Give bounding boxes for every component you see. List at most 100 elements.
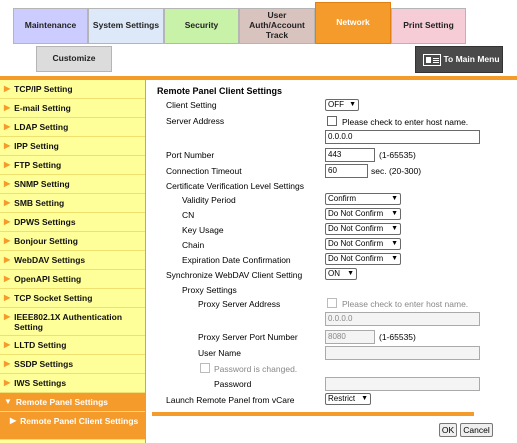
client-setting-select[interactable]: OFF ▼ [325, 99, 359, 111]
proxy-host-check-label: Please check to enter host name. [342, 299, 469, 309]
sidebar-item-webdav[interactable]: ▶ WebDAV Settings [0, 251, 145, 270]
sync-webdav-label: Synchronize WebDAV Client Setting [166, 270, 303, 280]
arrow-right-icon: ▶ [4, 274, 11, 283]
password-changed-checkbox[interactable] [200, 363, 210, 373]
sync-webdav-select[interactable]: ON ▼ [325, 268, 357, 280]
key-usage-select[interactable]: Do Not Confirm ▼ [325, 223, 401, 235]
proxy-host-name-checkbox[interactable] [327, 298, 337, 308]
connection-timeout-label: Connection Timeout [166, 166, 242, 176]
page-title: Remote Panel Client Settings [157, 86, 283, 96]
chevron-down-icon: ▼ [361, 395, 368, 402]
validity-period-value: Confirm [328, 194, 357, 203]
user-name-input[interactable] [325, 346, 480, 360]
chevron-down-icon: ▼ [391, 195, 398, 202]
client-setting-label: Client Setting [166, 100, 217, 110]
sidebar-item-ieee8021x[interactable]: ▶ IEEE802.1X Authentication Setting [0, 308, 145, 336]
sidebar-item-label: Remote Panel Settings [15, 397, 109, 407]
arrow-right-icon: ▶ [4, 340, 11, 349]
sidebar-item-remote-panel[interactable]: ▼ Remote Panel Settings [0, 393, 145, 412]
password-label: Password [214, 379, 252, 389]
arrow-right-icon: ▶ [4, 103, 11, 112]
sidebar-item-iws[interactable]: ▶ IWS Settings [0, 374, 145, 393]
user-name-label: User Name [198, 348, 241, 358]
launch-vcare-label: Launch Remote Panel from vCare [166, 395, 295, 405]
arrow-right-icon: ▶ [4, 312, 11, 321]
tab-network[interactable]: Network [315, 2, 391, 44]
chevron-down-icon: ▼ [391, 240, 398, 247]
server-address-label: Server Address [166, 116, 225, 126]
settings-form: Remote Panel Client Settings Client Sett… [152, 80, 517, 443]
sidebar-item-label: Remote Panel Client Settings [20, 416, 139, 426]
sidebar-item-tcp-socket[interactable]: ▶ TCP Socket Setting [0, 289, 145, 308]
to-main-menu-button[interactable]: To Main Menu [415, 46, 503, 73]
chain-select[interactable]: Do Not Confirm ▼ [325, 238, 401, 250]
sidebar-item-label: LDAP Setting [14, 122, 69, 132]
validity-period-select[interactable]: Confirm ▼ [325, 193, 401, 205]
connection-timeout-input[interactable]: 60 [325, 164, 368, 178]
tab-customize[interactable]: Customize [36, 46, 112, 72]
port-number-input[interactable]: 443 [325, 148, 375, 162]
sidebar: ▶ TCP/IP Setting ▶ E-mail Setting ▶ LDAP Se… [0, 80, 146, 443]
key-usage-label: Key Usage [182, 225, 224, 235]
sidebar-item-openapi[interactable]: ▶ OpenAPI Setting [0, 270, 145, 289]
timeout-range-label: sec. (20-300) [371, 166, 422, 176]
arrow-right-icon: ▶ [4, 160, 11, 169]
tab-system-settings[interactable]: System Settings [88, 8, 164, 44]
sidebar-item-label: E-mail Setting [14, 103, 71, 113]
sidebar-item-label: Bonjour Setting [14, 236, 78, 246]
proxy-port-label: Proxy Server Port Number [198, 332, 298, 342]
arrow-right-icon: ▶ [4, 179, 11, 188]
arrow-right-icon: ▶ [4, 84, 11, 93]
cancel-button[interactable]: Cancel [460, 423, 493, 437]
tab-maintenance[interactable]: Maintenance [13, 8, 88, 44]
proxy-port-input[interactable]: 8080 [325, 330, 375, 344]
tab-print-setting[interactable]: Print Setting [391, 8, 466, 44]
tab-user-auth[interactable]: User Auth/Account Track [239, 8, 315, 44]
sidebar-item-email[interactable]: ▶ E-mail Setting [0, 99, 145, 118]
sidebar-item-ssdp[interactable]: ▶ SSDP Settings [0, 355, 145, 374]
launch-vcare-select[interactable]: Restrict ▼ [325, 393, 371, 405]
ok-button[interactable]: OK [439, 423, 457, 437]
sidebar-item-label: OpenAPI Setting [14, 274, 82, 284]
sidebar-item-label: TCP Socket Setting [14, 293, 93, 303]
arrow-down-icon: ▼ [4, 397, 12, 406]
proxy-address-input[interactable]: 0.0.0.0 [325, 312, 480, 326]
chevron-down-icon: ▼ [347, 270, 354, 277]
sidebar-item-ldap[interactable]: ▶ LDAP Setting [0, 118, 145, 137]
sidebar-item-snmp[interactable]: ▶ SNMP Setting [0, 175, 145, 194]
sidebar-item-ipp[interactable]: ▶ IPP Setting [0, 137, 145, 156]
sidebar-item-tcpip[interactable]: ▶ TCP/IP Setting [0, 80, 145, 99]
sidebar-item-remote-panel-client[interactable]: ▶ Remote Panel Client Settings [0, 412, 145, 440]
cn-value: Do Not Confirm [328, 209, 384, 218]
arrow-right-icon: ▶ [4, 359, 11, 368]
sidebar-item-label: IWS Settings [14, 378, 67, 388]
sidebar-item-ftp[interactable]: ▶ FTP Setting [0, 156, 145, 175]
cn-select[interactable]: Do Not Confirm ▼ [325, 208, 401, 220]
arrow-right-icon: ▶ [4, 198, 11, 207]
sidebar-item-bonjour[interactable]: ▶ Bonjour Setting [0, 232, 145, 251]
sidebar-item-label: IPP Setting [14, 141, 59, 151]
password-changed-label: Password is changed. [214, 364, 298, 374]
expiration-date-select[interactable]: Do Not Confirm ▼ [325, 253, 401, 265]
sidebar-item-label: FTP Setting [14, 160, 62, 170]
password-input[interactable] [325, 377, 480, 391]
key-usage-value: Do Not Confirm [328, 224, 384, 233]
host-name-check-label: Please check to enter host name. [342, 117, 469, 127]
sidebar-item-smb[interactable]: ▶ SMB Setting [0, 194, 145, 213]
sync-webdav-value: ON [328, 269, 340, 278]
sidebar-item-lltd[interactable]: ▶ LLTD Setting [0, 336, 145, 355]
sidebar-item-label: TCP/IP Setting [14, 84, 73, 94]
validity-period-label: Validity Period [182, 195, 236, 205]
chevron-down-icon: ▼ [391, 225, 398, 232]
main-menu-icon [423, 53, 441, 66]
arrow-right-icon: ▶ [4, 236, 11, 245]
server-address-input[interactable]: 0.0.0.0 [325, 130, 480, 144]
launch-vcare-value: Restrict [328, 394, 356, 403]
sidebar-item-label: DPWS Settings [14, 217, 76, 227]
chain-label: Chain [182, 240, 205, 250]
tab-security[interactable]: Security [164, 8, 239, 44]
sidebar-item-dpws[interactable]: ▶ DPWS Settings [0, 213, 145, 232]
host-name-checkbox[interactable] [327, 116, 337, 126]
sidebar-item-label: IEEE802.1X Authentication Setting [14, 312, 123, 332]
proxy-address-label: Proxy Server Address [198, 299, 281, 309]
